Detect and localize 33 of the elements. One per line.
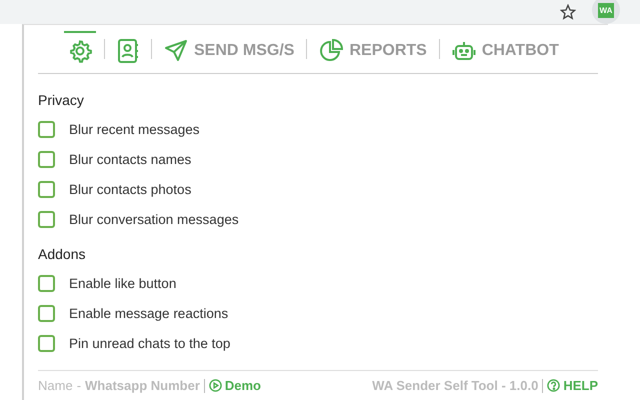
settings-icon (68, 39, 92, 64)
version-text: WA Sender Self Tool - 1.0.0 (372, 378, 538, 394)
checkbox[interactable] (38, 150, 55, 168)
checkbox[interactable] (38, 274, 55, 292)
tab[interactable]: REPORTS (315, 31, 431, 70)
play-icon (208, 379, 222, 392)
help-icon (547, 379, 560, 392)
checkbox[interactable] (38, 210, 55, 228)
name-label: Name (38, 378, 73, 394)
checkbox[interactable] (38, 334, 55, 352)
checkbox-label: Blur contacts names (69, 152, 192, 167)
checkbox-label: Enable like button (69, 276, 176, 291)
phone-number-label: Whatsapp Number (85, 378, 200, 394)
checkbox-label: Pin unread chats to the top (69, 336, 230, 351)
checkbox[interactable] (38, 304, 55, 322)
section-heading: Addons (38, 246, 86, 262)
help-link[interactable]: HELP (547, 378, 598, 394)
checkbox-label: Blur contacts photos (69, 182, 192, 197)
tab[interactable]: SEND MSG/S (160, 31, 298, 70)
checkbox-label: Blur recent messages (69, 122, 200, 137)
tab[interactable]: CHATBOT (448, 31, 563, 70)
checkbox-label: Enable message reactions (69, 306, 228, 321)
section-heading: Privacy (38, 92, 85, 108)
checkbox-label: Blur conversation messages (69, 212, 239, 227)
checkbox[interactable] (38, 180, 55, 198)
send-icon (164, 39, 188, 64)
contact-book-icon (117, 39, 139, 64)
dash-text: - (76, 378, 82, 394)
checkbox[interactable] (38, 120, 55, 138)
extension-icon[interactable]: WA (598, 2, 614, 18)
star-icon[interactable] (560, 4, 576, 20)
demo-link[interactable]: Demo (208, 378, 261, 394)
pie-chart-icon (319, 39, 344, 64)
